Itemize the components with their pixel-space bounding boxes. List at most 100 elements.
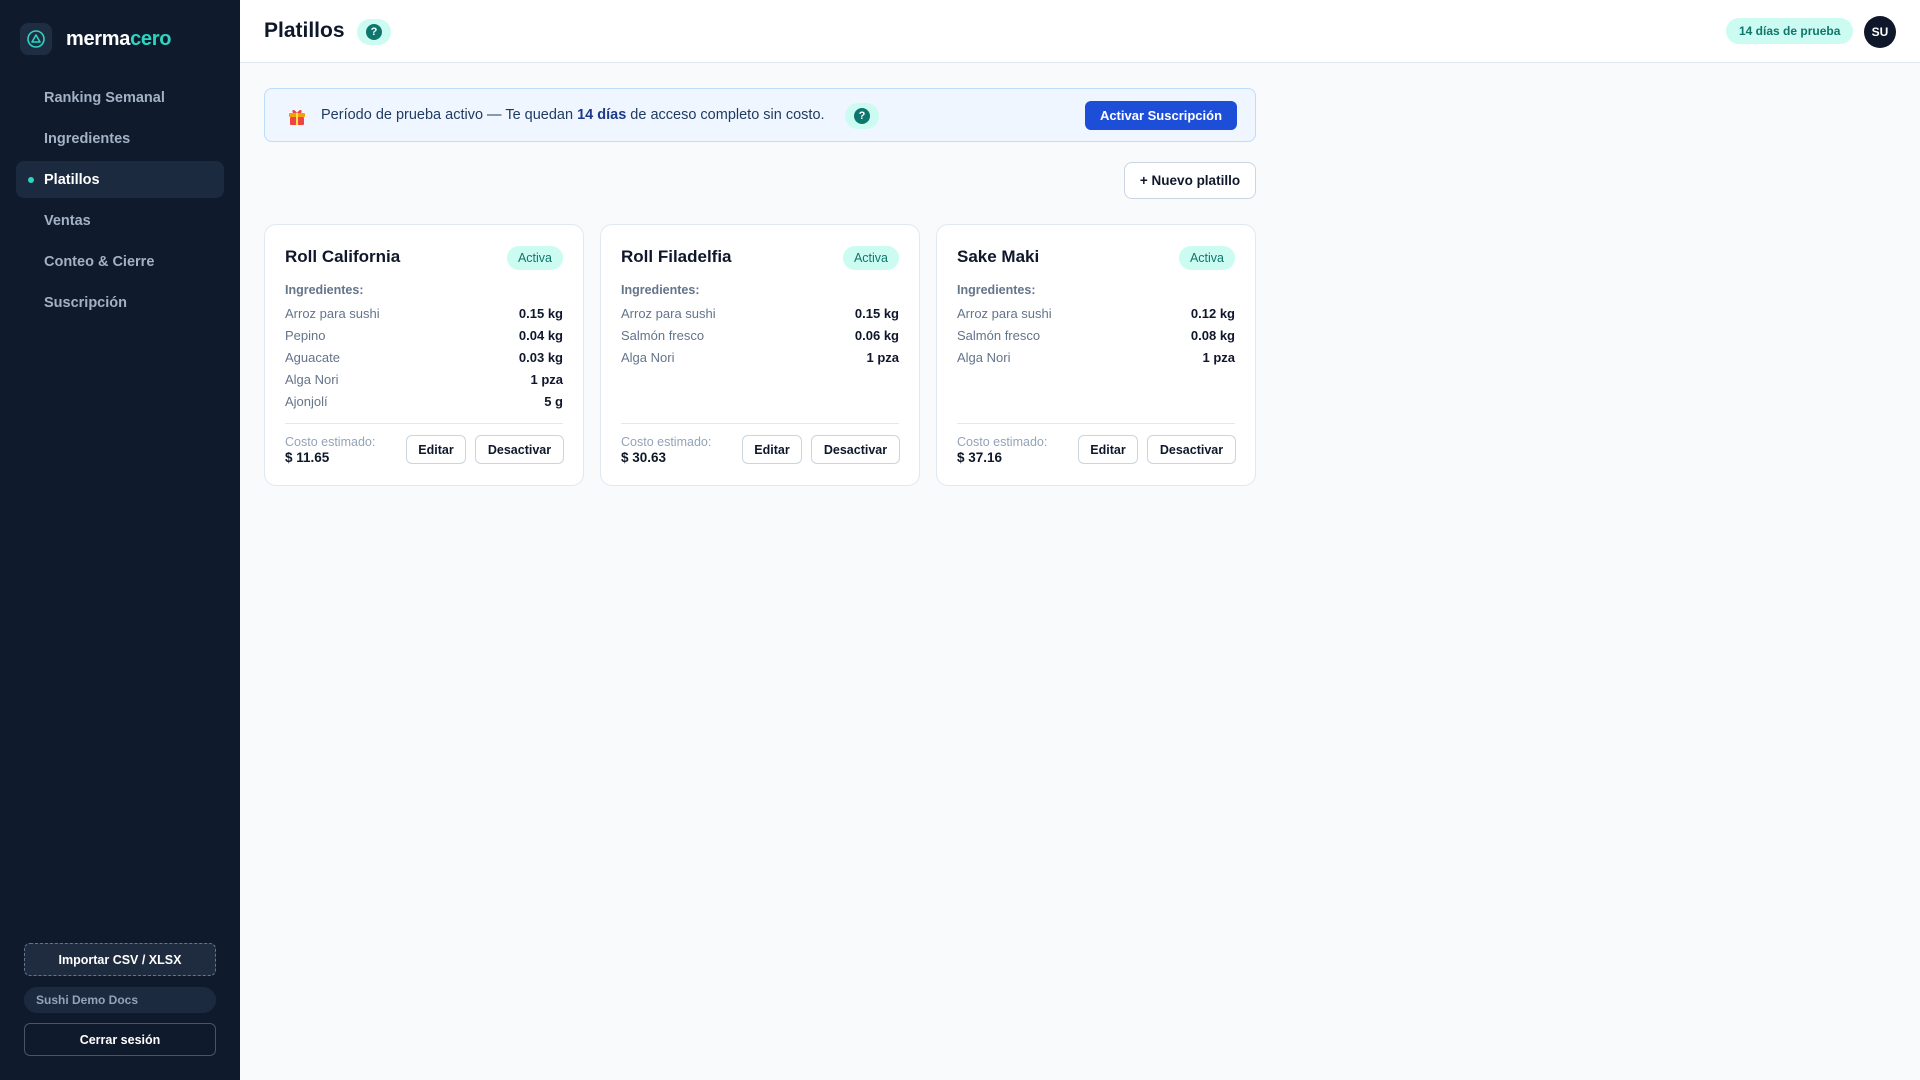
trial-banner: Período de prueba activo — Te quedan 14 … [264, 88, 1256, 142]
sidebar-item-conteo-cierre[interactable]: Conteo & Cierre [16, 243, 224, 280]
sidebar-item-platillos[interactable]: Platillos [16, 161, 224, 198]
question-icon: ? [854, 108, 870, 124]
list-item: Alga Nori 1 pza [621, 346, 899, 368]
logout-button[interactable]: Cerrar sesión [24, 1023, 216, 1056]
ingredient-qty: 0.12 kg [1190, 305, 1235, 321]
help-button[interactable]: ? [357, 19, 391, 45]
brand-name-part2: cero [130, 27, 172, 50]
new-dish-button[interactable]: + Nuevo platillo [1124, 162, 1256, 199]
banner-text-prefix: Período de prueba activo — Te quedan [321, 107, 578, 123]
ingredient-qty: 5 g [544, 393, 563, 409]
ingredient-name: Arroz para sushi [621, 305, 716, 321]
dish-title: Roll California [285, 247, 401, 266]
cost-value: $ 11.65 [285, 450, 330, 465]
ingredient-name: Alga Nori [957, 349, 1011, 365]
ingredient-qty: 0.04 kg [518, 327, 563, 343]
list-item: Ajonjolí 5 g [285, 390, 563, 412]
sidebar: mermacero Ranking Semanal Ingredientes P… [0, 0, 240, 1080]
cost-value: $ 30.63 [621, 450, 667, 465]
ingredient-qty: 1 pza [530, 371, 563, 387]
cost-value: $ 37.16 [957, 450, 1003, 465]
deactivate-button[interactable]: Desactivar [811, 435, 900, 464]
import-csv-button[interactable]: Importar CSV / XLSX [24, 943, 216, 976]
dish-title: Roll Filadelfia [621, 247, 732, 266]
dish-title: Sake Maki [957, 247, 1040, 266]
edit-button[interactable]: Editar [742, 435, 802, 464]
gift-icon [289, 109, 305, 125]
brand[interactable]: mermacero [20, 23, 171, 55]
ingredient-qty: 0.06 kg [854, 327, 899, 343]
topbar: Platillos ? 14 días de prueba SU [240, 0, 1920, 63]
ingredient-qty: 1 pza [1202, 349, 1235, 365]
deactivate-button[interactable]: Desactivar [475, 435, 564, 464]
brand-name-part1: merma [66, 27, 131, 50]
edit-button[interactable]: Editar [1078, 435, 1138, 464]
sidebar-item-ventas[interactable]: Ventas [16, 202, 224, 239]
ingredient-name: Pepino [285, 327, 326, 343]
trial-badge: 14 días de prueba [1726, 18, 1854, 44]
ingredient-name: Aguacate [285, 349, 340, 365]
sidebar-item-label: Ventas [44, 212, 91, 229]
sidebar-nav: Ranking Semanal Ingredientes Platillos V… [16, 79, 224, 325]
divider [957, 423, 1235, 424]
sidebar-item-ingredientes[interactable]: Ingredientes [16, 120, 224, 157]
cost-label: Costo estimado: [285, 435, 376, 449]
dish-card: Roll California Activa Ingredientes: Arr… [264, 224, 584, 486]
active-dot-icon [28, 177, 34, 183]
list-item: Alga Nori 1 pza [285, 368, 563, 390]
divider [285, 423, 563, 424]
ingredient-qty: 1 pza [866, 349, 899, 365]
sidebar-item-label: Ranking Semanal [44, 89, 165, 106]
question-icon: ? [366, 24, 382, 40]
list-item: Salmón fresco 0.06 kg [621, 324, 899, 346]
list-item: Arroz para sushi 0.15 kg [621, 302, 899, 324]
list-item: Alga Nori 1 pza [957, 346, 1235, 368]
status-badge: Activa [842, 246, 899, 270]
dish-card: Roll Filadelfia Activa Ingredientes: Arr… [600, 224, 920, 486]
sidebar-item-label: Conteo & Cierre [44, 253, 155, 270]
avatar[interactable]: SU [1864, 16, 1896, 48]
status-badge: Activa [1178, 246, 1235, 270]
brand-name: mermacero [66, 28, 171, 51]
divider [621, 423, 899, 424]
ingredient-name: Salmón fresco [621, 327, 705, 343]
sidebar-item-label: Suscripción [44, 294, 127, 311]
deactivate-button[interactable]: Desactivar [1147, 435, 1236, 464]
banner-days-remaining: 14 días [577, 107, 627, 123]
ingredient-qty: 0.03 kg [518, 349, 563, 365]
ingredient-qty: 0.15 kg [854, 305, 899, 321]
ingredient-name: Salmón fresco [957, 327, 1041, 343]
banner-text: Período de prueba activo — Te quedan 14 … [321, 107, 825, 123]
list-item: Pepino 0.04 kg [285, 324, 563, 346]
ingredients-list: Arroz para sushi 0.15 kg Pepino 0.04 kg Ag… [285, 302, 563, 412]
sidebar-item-ranking-semanal[interactable]: Ranking Semanal [16, 79, 224, 116]
status-badge: Activa [506, 246, 563, 270]
list-item: Arroz para sushi 0.12 kg [957, 302, 1235, 324]
ingredient-qty: 0.15 kg [518, 305, 563, 321]
organization-selector[interactable]: Sushi Demo Docs [24, 987, 216, 1013]
ingredients-label: Ingredientes: [621, 283, 700, 297]
ingredients-list: Arroz para sushi 0.15 kg Salmón fresco 0.0… [621, 302, 899, 368]
dish-card: Sake Maki Activa Ingredientes: Arroz par… [936, 224, 1256, 486]
list-item: Arroz para sushi 0.15 kg [285, 302, 563, 324]
ingredient-qty: 0.08 kg [1190, 327, 1235, 343]
ingredient-name: Arroz para sushi [957, 305, 1052, 321]
list-item: Aguacate 0.03 kg [285, 346, 563, 368]
sidebar-item-suscripcion[interactable]: Suscripción [16, 284, 224, 321]
activate-subscription-button[interactable]: Activar Suscripción [1085, 101, 1237, 130]
cost-label: Costo estimado: [957, 435, 1048, 449]
ingredient-name: Alga Nori [285, 371, 339, 387]
sidebar-item-label: Ingredientes [44, 130, 131, 147]
logo-icon [20, 23, 52, 55]
edit-button[interactable]: Editar [406, 435, 466, 464]
ingredients-list: Arroz para sushi 0.12 kg Salmón fresco 0.0… [957, 302, 1235, 368]
ingredient-name: Arroz para sushi [285, 305, 380, 321]
ingredient-name: Ajonjolí [285, 393, 328, 409]
page-title: Platillos [264, 19, 345, 42]
ingredients-label: Ingredientes: [957, 283, 1036, 297]
ingredients-label: Ingredientes: [285, 283, 364, 297]
sidebar-item-label: Platillos [44, 171, 100, 188]
list-item: Salmón fresco 0.08 kg [957, 324, 1235, 346]
banner-help-button[interactable]: ? [845, 103, 879, 129]
cost-label: Costo estimado: [621, 435, 712, 449]
